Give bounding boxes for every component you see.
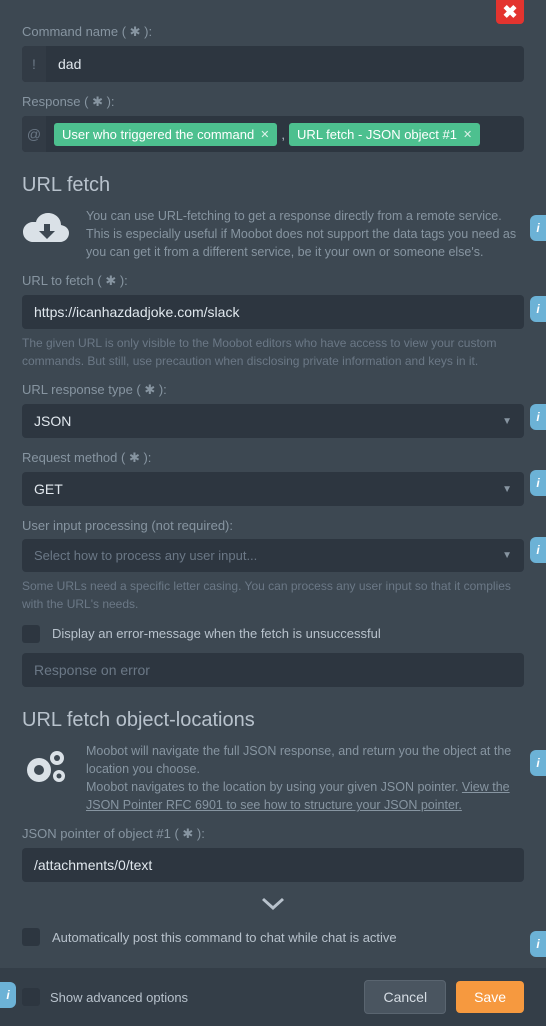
download-cloud-icon bbox=[22, 207, 72, 261]
command-name-row: ! bbox=[22, 46, 524, 82]
help-tab[interactable]: i bbox=[0, 982, 16, 1008]
help-tab[interactable]: i bbox=[530, 470, 546, 496]
chevron-down-icon: ▼ bbox=[502, 550, 512, 561]
help-tab[interactable]: i bbox=[530, 296, 546, 322]
response-type-value: JSON bbox=[34, 413, 71, 429]
object-locations-info: Moobot will navigate the full JSON respo… bbox=[22, 742, 524, 815]
url-to-fetch-input[interactable] bbox=[22, 295, 524, 329]
chevron-down-icon bbox=[262, 896, 284, 910]
json-pointer-label: JSON pointer of object #1 ( ✱ ): bbox=[22, 826, 524, 842]
url-fetch-title: URL fetch bbox=[22, 174, 524, 197]
tag-label: URL fetch - JSON object #1 bbox=[297, 127, 457, 142]
response-row[interactable]: @ User who triggered the command ✕ , URL… bbox=[22, 116, 524, 152]
help-tab[interactable]: i bbox=[530, 750, 546, 776]
remove-tag-icon[interactable]: ✕ bbox=[260, 128, 269, 141]
input-processing-select[interactable]: Select how to process any user input... … bbox=[22, 539, 524, 572]
response-tag-user[interactable]: User who triggered the command ✕ bbox=[54, 123, 277, 146]
json-pointer-input[interactable] bbox=[22, 848, 524, 882]
error-response-input[interactable] bbox=[22, 653, 524, 687]
advanced-label: Show advanced options bbox=[50, 990, 188, 1005]
help-tab[interactable]: i bbox=[530, 404, 546, 430]
command-prefix: ! bbox=[22, 46, 46, 82]
input-processing-placeholder: Select how to process any user input... bbox=[34, 548, 257, 563]
command-name-label: Command name ( ✱ ): bbox=[22, 24, 524, 40]
footer: Show advanced options Cancel Save bbox=[0, 968, 546, 1026]
tag-label: User who triggered the command bbox=[62, 127, 254, 142]
tag-separator: , bbox=[281, 127, 285, 142]
cancel-button[interactable]: Cancel bbox=[364, 980, 446, 1014]
response-tag-area[interactable]: User who triggered the command ✕ , URL f… bbox=[46, 116, 524, 152]
obj-loc-desc-2: Moobot navigates to the location by usin… bbox=[86, 778, 524, 814]
save-button[interactable]: Save bbox=[456, 981, 524, 1013]
remove-tag-icon[interactable]: ✕ bbox=[463, 128, 472, 141]
input-processing-label: User input processing (not required): bbox=[22, 518, 524, 533]
response-prefix: @ bbox=[22, 116, 46, 152]
response-type-label: URL response type ( ✱ ): bbox=[22, 382, 524, 398]
error-message-label: Display an error-message when the fetch … bbox=[52, 626, 381, 641]
input-processing-hint: Some URLs need a specific letter casing.… bbox=[22, 578, 524, 613]
object-locations-title: URL fetch object-locations bbox=[22, 709, 524, 732]
url-fetch-desc-1: You can use URL-fetching to get a respon… bbox=[86, 207, 524, 225]
url-to-fetch-hint: The given URL is only visible to the Moo… bbox=[22, 335, 524, 370]
close-icon: ✖ bbox=[502, 2, 517, 23]
expand-button[interactable] bbox=[22, 882, 524, 924]
error-message-checkbox[interactable] bbox=[22, 625, 40, 643]
help-tab[interactable]: i bbox=[530, 215, 546, 241]
url-fetch-desc-2: This is especially useful if Moobot does… bbox=[86, 225, 524, 261]
obj-loc-desc-1: Moobot will navigate the full JSON respo… bbox=[86, 742, 524, 778]
chevron-down-icon: ▼ bbox=[502, 416, 512, 427]
url-to-fetch-label: URL to fetch ( ✱ ): bbox=[22, 273, 524, 289]
advanced-checkbox[interactable] bbox=[22, 988, 40, 1006]
request-method-value: GET bbox=[34, 481, 63, 497]
auto-post-row: Automatically post this command to chat … bbox=[22, 928, 524, 946]
request-method-select[interactable]: GET ▼ bbox=[22, 472, 524, 506]
request-method-label: Request method ( ✱ ): bbox=[22, 450, 524, 466]
error-message-row: Display an error-message when the fetch … bbox=[22, 625, 524, 643]
close-button[interactable]: ✖ bbox=[496, 0, 524, 24]
response-type-select[interactable]: JSON ▼ bbox=[22, 404, 524, 438]
auto-post-checkbox[interactable] bbox=[22, 928, 40, 946]
auto-post-label: Automatically post this command to chat … bbox=[52, 930, 397, 945]
response-label: Response ( ✱ ): bbox=[22, 94, 524, 110]
chevron-down-icon: ▼ bbox=[502, 484, 512, 495]
help-tab[interactable]: i bbox=[530, 537, 546, 563]
gears-icon bbox=[22, 742, 72, 815]
response-tag-urlfetch[interactable]: URL fetch - JSON object #1 ✕ bbox=[289, 123, 480, 146]
command-name-input[interactable] bbox=[46, 46, 524, 82]
help-tab[interactable]: i bbox=[530, 931, 546, 957]
url-fetch-info: You can use URL-fetching to get a respon… bbox=[22, 207, 524, 261]
